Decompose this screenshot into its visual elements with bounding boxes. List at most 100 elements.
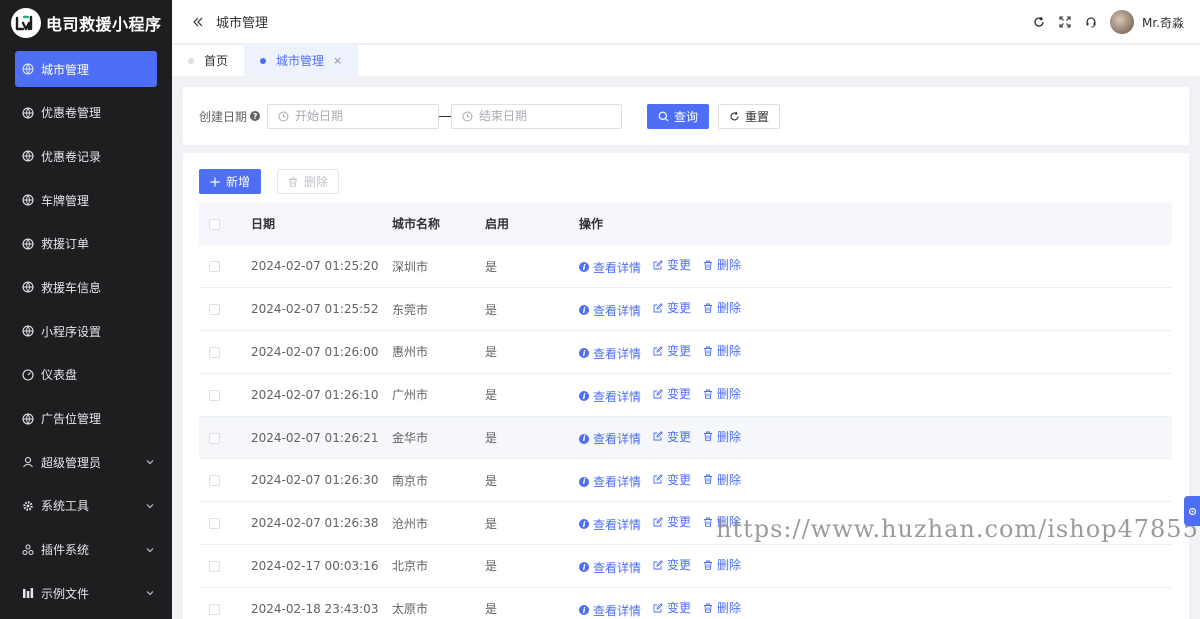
edit-button[interactable]: 变更 [653, 428, 691, 445]
collapse-sidebar-icon[interactable] [192, 15, 206, 29]
end-date-field[interactable] [451, 103, 623, 129]
sidebar-item[interactable]: 广告位管理 [15, 401, 157, 437]
select-all-cell [199, 202, 251, 245]
table-row: 2024-02-07 01:26:21 金华市 是 i 查看详情 变更 删除 [199, 416, 1172, 459]
cell-date: 2024-02-07 01:26:21 [251, 430, 379, 445]
edit-button[interactable]: 变更 [653, 256, 691, 273]
start-date-input[interactable] [295, 109, 426, 123]
edit-button[interactable]: 变更 [653, 385, 691, 402]
delete-button[interactable]: 删除 [703, 342, 741, 359]
reset-button[interactable]: 重置 [718, 103, 781, 129]
view-details-button[interactable]: i 查看详情 [579, 259, 641, 276]
app-logo[interactable]: 电司救援小程序 [0, 0, 172, 46]
tab-dot-icon [260, 57, 267, 64]
delete-button[interactable]: 删除 [703, 599, 741, 616]
row-checkbox[interactable] [209, 518, 220, 530]
view-details-button[interactable]: i 查看详情 [579, 516, 641, 533]
reset-icon [729, 111, 740, 122]
tab-city-management[interactable]: 城市管理 × [244, 45, 359, 76]
edit-button[interactable]: 变更 [653, 471, 691, 488]
view-details-button[interactable]: i 查看详情 [579, 345, 641, 362]
row-select-cell [199, 545, 251, 588]
sidebar-item[interactable]: 超级管理员 [15, 444, 157, 480]
edit-label: 变更 [667, 387, 692, 402]
view-details-button[interactable]: i 查看详情 [579, 430, 641, 447]
sidebar-item-label: 救援车信息 [41, 280, 102, 295]
view-details-button[interactable]: i 查看详情 [579, 559, 641, 576]
header-date[interactable]: 日期 [251, 202, 392, 245]
bulk-delete-button[interactable]: 删除 [277, 169, 339, 194]
view-details-button[interactable]: i 查看详情 [579, 602, 641, 619]
delete-button[interactable]: 删除 [703, 556, 741, 573]
header-enabled[interactable]: 启用 [485, 202, 579, 245]
edit-button[interactable]: 变更 [653, 513, 691, 530]
bulk-delete-button-label: 删除 [303, 175, 328, 189]
select-all-checkbox[interactable] [209, 218, 220, 230]
query-button[interactable]: 查询 [647, 103, 710, 129]
username[interactable]: Mr.奇淼 [1142, 14, 1184, 31]
sidebar-item[interactable]: 救援订单 [15, 226, 157, 262]
headset-icon[interactable] [1084, 15, 1098, 29]
edit-button[interactable]: 变更 [653, 299, 691, 316]
delete-button[interactable]: 删除 [703, 471, 741, 488]
sidebar-item[interactable]: 救援车信息 [15, 269, 157, 305]
start-date-field[interactable] [267, 103, 440, 129]
cell-date: 2024-02-07 01:25:52 [251, 302, 379, 317]
cell-city: 沧州市 [392, 516, 429, 531]
sidebar-item[interactable]: 小程序设置 [15, 313, 157, 349]
chevron-down-icon [145, 544, 155, 558]
tab-label: 首页 [204, 54, 229, 68]
row-checkbox[interactable] [209, 346, 220, 358]
view-details-button[interactable]: i 查看详情 [579, 388, 641, 405]
delete-button[interactable]: 删除 [703, 299, 741, 316]
sidebar-item[interactable]: 优惠卷记录 [15, 138, 157, 174]
delete-button[interactable]: 删除 [703, 385, 741, 402]
help-icon[interactable]: ? [250, 111, 261, 121]
row-checkbox[interactable] [209, 261, 220, 273]
row-checkbox[interactable] [209, 560, 220, 572]
fullscreen-icon[interactable] [1058, 15, 1072, 29]
tab-home[interactable]: 首页 [172, 45, 244, 76]
app-name: 电司救援小程序 [46, 15, 162, 34]
edit-label: 变更 [667, 601, 692, 616]
sidebar-item[interactable]: 示例文件 [15, 575, 157, 611]
row-checkbox[interactable] [209, 389, 220, 401]
sidebar-item[interactable]: 优惠卷管理 [15, 95, 157, 131]
edit-button[interactable]: 变更 [653, 599, 691, 616]
row-checkbox[interactable] [209, 304, 220, 316]
header-city[interactable]: 城市名称 [392, 202, 485, 245]
settings-float-button[interactable] [1184, 496, 1200, 526]
tab-dot-icon [188, 57, 194, 64]
edit-button[interactable]: 变更 [653, 342, 691, 359]
avatar[interactable] [1109, 10, 1134, 34]
tab-close-icon[interactable]: × [333, 54, 342, 67]
search-icon [658, 111, 669, 122]
edit-icon [653, 345, 663, 356]
trash-icon [703, 603, 713, 613]
sidebar-item[interactable]: 城市管理 [15, 51, 157, 87]
delete-button[interactable]: 删除 [703, 256, 741, 273]
row-checkbox[interactable] [209, 432, 220, 444]
edit-icon [653, 517, 663, 527]
add-button[interactable]: 新增 [199, 169, 261, 194]
sidebar-item[interactable]: 插件系统 [15, 532, 157, 568]
row-checkbox[interactable] [209, 475, 220, 487]
sidebar-item-label: 城市管理 [41, 62, 90, 77]
refresh-icon[interactable] [1032, 15, 1046, 29]
edit-icon [653, 303, 663, 313]
edit-button[interactable]: 变更 [653, 556, 691, 573]
end-date-input[interactable] [479, 109, 610, 123]
edit-label: 变更 [667, 515, 692, 530]
edit-label: 变更 [667, 258, 692, 273]
sidebar-item[interactable]: 车牌管理 [15, 182, 157, 218]
sidebar-item[interactable]: 仪表盘 [15, 357, 157, 393]
view-details-button[interactable]: i 查看详情 [579, 302, 641, 319]
row-select-cell [199, 331, 251, 374]
sidebar-item[interactable]: 系统工具 [15, 488, 157, 524]
create-date-label-text: 创建日期 [199, 109, 248, 124]
table-row: 2024-02-07 01:25:52 东莞市 是 i 查看详情 变更 删除 [199, 288, 1172, 331]
add-button-label: 新增 [225, 175, 250, 189]
view-details-button[interactable]: i 查看详情 [579, 473, 641, 490]
delete-button[interactable]: 删除 [703, 428, 741, 445]
row-checkbox[interactable] [209, 603, 220, 615]
